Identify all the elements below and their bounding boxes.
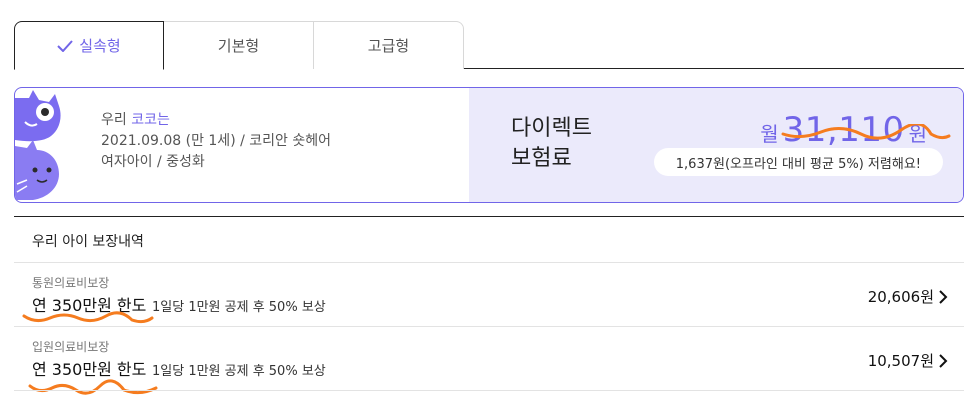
coverage-description: 1일당 1만원 공제 후 50% 보상 bbox=[152, 364, 326, 379]
coverage-row-inpatient[interactable]: 입원의료비보장 연 350만원 한도 1일당 1만원 공제 후 50% 보상 1… bbox=[14, 328, 964, 395]
insurance-quote-page: 실속형 기본형 고급형 우리 코코는 2021.09.08 (만 1세) / 코… bbox=[0, 0, 972, 418]
coverage-description: 1일당 1만원 공제 후 50% 보상 bbox=[152, 300, 326, 315]
price-amount: 31,110 bbox=[782, 110, 905, 150]
pet-name: 코코는 bbox=[131, 112, 170, 128]
premium-title-line1: 다이렉트 bbox=[511, 116, 592, 141]
row-divider bbox=[14, 326, 964, 327]
tab-premium[interactable]: 고급형 bbox=[314, 21, 464, 69]
row-divider bbox=[14, 262, 964, 263]
tab-label: 실속형 bbox=[79, 37, 121, 55]
limit-underline-scribble bbox=[28, 379, 158, 395]
chevron-right-icon bbox=[939, 290, 948, 304]
premium-title: 다이렉트 보험료 bbox=[511, 114, 592, 174]
pet-name-line: 우리 코코는 bbox=[101, 110, 331, 131]
coverage-category: 통원의료비보장 bbox=[32, 276, 110, 290]
monthly-price: 월 31,110 원 bbox=[760, 110, 927, 150]
coverage-amount: 20,606원 bbox=[867, 288, 934, 306]
pet-name-prefix: 우리 bbox=[101, 112, 127, 128]
cat-illustration bbox=[15, 90, 61, 200]
row-divider bbox=[14, 390, 964, 391]
chevron-right-icon bbox=[939, 354, 948, 368]
pet-detail: 여자아이 / 중성화 bbox=[101, 154, 205, 170]
premium-card: 우리 코코는 2021.09.08 (만 1세) / 코리안 숏헤어 여자아이 … bbox=[14, 87, 964, 203]
pet-birth: 2021.09.08 (만 1세) / 코리안 숏헤어 bbox=[101, 133, 331, 149]
tab-label: 고급형 bbox=[367, 37, 410, 55]
tab-label: 기본형 bbox=[217, 37, 260, 55]
coverage-row-outpatient[interactable]: 통원의료비보장 연 350만원 한도 1일당 1만원 공제 후 50% 보상 2… bbox=[14, 264, 964, 326]
coverage-limit: 연 350만원 한도 bbox=[32, 296, 147, 315]
premium-title-line2: 보험료 bbox=[511, 146, 572, 171]
price-prefix: 월 bbox=[760, 122, 779, 146]
plan-tabs: 실속형 기본형 고급형 bbox=[14, 21, 964, 70]
tab-silsok[interactable]: 실속형 bbox=[14, 21, 164, 70]
coverage-category: 입원의료비보장 bbox=[32, 340, 110, 354]
coverage-title: 우리 아이 보장내역 bbox=[32, 234, 144, 250]
pet-info: 우리 코코는 2021.09.08 (만 1세) / 코리안 숏헤어 여자아이 … bbox=[101, 110, 331, 173]
coverage-amount: 10,507원 bbox=[867, 352, 934, 370]
coverage-divider bbox=[14, 216, 964, 217]
check-icon bbox=[57, 39, 74, 52]
price-suffix: 원 bbox=[908, 122, 927, 146]
coverage-limit: 연 350만원 한도 bbox=[32, 360, 147, 379]
savings-badge: 1,637원(오프라인 대비 평균 5%) 저렴해요! bbox=[653, 148, 943, 176]
tab-basic[interactable]: 기본형 bbox=[164, 21, 314, 69]
